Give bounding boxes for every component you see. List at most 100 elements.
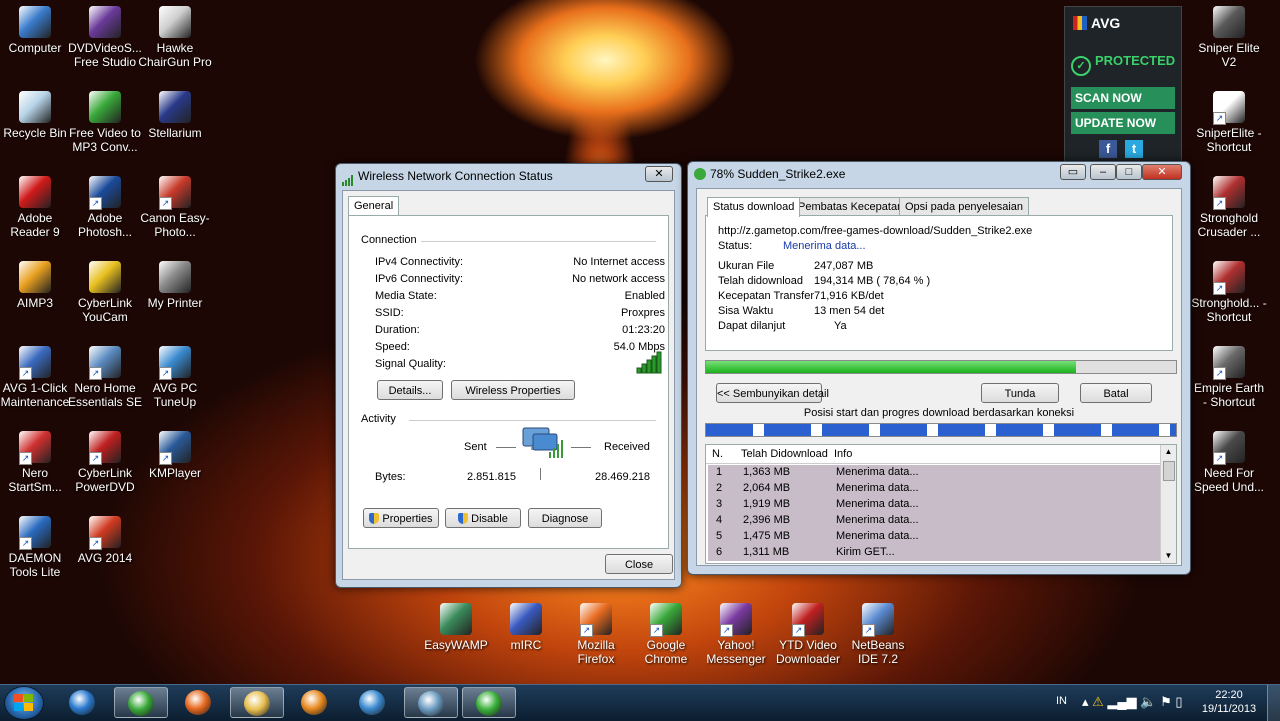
tab-general[interactable]: General: [348, 196, 400, 215]
update-now-button[interactable]: UPDATE NOW: [1071, 112, 1175, 134]
desktop-icon-sniperelite-shortcut[interactable]: SniperElite - Shortcut: [1191, 91, 1267, 154]
desktop-icon-aimp3[interactable]: AIMP3: [0, 261, 73, 310]
disable-button[interactable]: Disable: [445, 508, 521, 528]
taskbar-button-avg-tuneup[interactable]: [346, 687, 400, 718]
desktop-icon-ytd-video-downloader[interactable]: YTD Video Downloader: [770, 603, 846, 666]
language-indicator[interactable]: IN: [1056, 695, 1067, 707]
maximize-button[interactable]: □: [1116, 164, 1142, 180]
desktop-icon-dvdvideos-free-studio[interactable]: DVDVideoS... Free Studio: [67, 6, 143, 69]
desktop-icon-stronghold-shortcut[interactable]: Stronghold... - Shortcut: [1191, 261, 1267, 324]
easywamp-icon: [440, 603, 472, 635]
desktop-icon-label: Sniper Elite V2: [1198, 41, 1260, 69]
taskbar-button-firefox[interactable]: [172, 687, 226, 718]
signal-quality-row: Signal Quality:: [375, 351, 665, 374]
desktop-icon-cyberlink-powerdvd[interactable]: CyberLink PowerDVD: [67, 431, 143, 494]
desktop-icon-my-printer[interactable]: My Printer: [137, 261, 213, 310]
show-desktop-button[interactable]: [1267, 685, 1280, 721]
close-button[interactable]: Close: [605, 554, 673, 574]
desktop-icon-need-for-speed-und[interactable]: Need For Speed Und...: [1191, 431, 1267, 494]
desktop-icon-mozilla-firefox[interactable]: Mozilla Firefox: [558, 603, 634, 666]
taskbar-button-media-player[interactable]: [288, 687, 342, 718]
table-row[interactable]: 1 1,363 MB Menerima data...: [708, 465, 1160, 481]
desktop-icon-easywamp[interactable]: EasyWAMP: [418, 603, 494, 652]
volume-icon[interactable]: 🔈: [1140, 694, 1156, 709]
table-row[interactable]: 6 1,311 MB Kirim GET...: [708, 545, 1160, 561]
power-icon[interactable]: ▯: [1175, 694, 1182, 709]
desktop-icon-adobe-reader-9[interactable]: Adobe Reader 9: [0, 176, 73, 239]
expand-tray-icon[interactable]: ▴: [1082, 694, 1089, 709]
taskbar-button-network-center[interactable]: [404, 687, 458, 718]
ytd-video-downloader-icon: [792, 603, 824, 637]
row-info: Menerima data...: [836, 530, 919, 542]
wireless-window-titlebar[interactable]: Wireless Network Connection Status ✕: [336, 164, 681, 188]
wireless-properties-button[interactable]: Wireless Properties: [451, 380, 575, 400]
desktop-icon-empire-earth-shortcut[interactable]: Empire Earth - Shortcut: [1191, 346, 1267, 409]
table-scrollbar[interactable]: ▲ ▼: [1160, 445, 1176, 563]
desktop-icon-yahoo-messenger[interactable]: Yahoo! Messenger: [698, 603, 774, 666]
computer-icon: [19, 6, 51, 38]
desktop-icon-label: Computer: [8, 41, 62, 55]
desktop-icon-adobe-photosh[interactable]: Adobe Photosh...: [67, 176, 143, 239]
action-center-icon[interactable]: ⚠: [1092, 694, 1104, 709]
tab-status-download[interactable]: Status download: [707, 197, 801, 217]
flag-icon[interactable]: ⚑: [1160, 694, 1172, 709]
desktop-icon-kmplayer[interactable]: KMPlayer: [137, 431, 213, 480]
avg-tuneup-icon: [359, 690, 385, 715]
desktop-icon-avg-1-click-maintenance[interactable]: AVG 1-Click Maintenance: [0, 346, 73, 409]
desktop-icon-nero-startsm[interactable]: Nero StartSm...: [0, 431, 73, 494]
desktop-icon-avg-pc-tuneup[interactable]: AVG PC TuneUp: [137, 346, 213, 409]
minimize-button[interactable]: –: [1090, 164, 1116, 180]
pause-button[interactable]: Tunda: [981, 383, 1059, 403]
tab-opsi-pada-penyelesaian[interactable]: Opsi pada penyelesaian: [899, 197, 1030, 216]
close-window-button[interactable]: ✕: [645, 166, 673, 182]
tab-pembatas-kecepatan[interactable]: Pembatas Kecepatan: [792, 197, 910, 216]
download-info-box: http://z.gametop.com/free-games-download…: [705, 215, 1173, 351]
twitter-icon[interactable]: t: [1125, 140, 1143, 158]
table-row[interactable]: 5 1,475 MB Menerima data...: [708, 529, 1160, 545]
desktop-icon-nero-home-essentials-se[interactable]: Nero Home Essentials SE: [67, 346, 143, 409]
scroll-thumb[interactable]: [1163, 461, 1175, 481]
taskbar-button-internet-download-manager[interactable]: [462, 687, 516, 718]
desktop-icon-avg-2014[interactable]: AVG 2014: [67, 516, 143, 565]
desktop-icon-stellarium[interactable]: Stellarium: [137, 91, 213, 140]
desktop-icon-daemon-tools-lite[interactable]: DAEMON Tools Lite: [0, 516, 73, 579]
restore-button[interactable]: ▭: [1060, 164, 1086, 180]
desktop-icon-mirc[interactable]: mIRC: [488, 603, 564, 652]
desktop-icon-canon-easy-photo[interactable]: Canon Easy-Photo...: [137, 176, 213, 239]
desktop-icon-cyberlink-youcam[interactable]: CyberLink YouCam: [67, 261, 143, 324]
desktop-icon-recycle-bin[interactable]: Recycle Bin: [0, 91, 73, 140]
desktop-icon-label: EasyWAMP: [424, 638, 488, 652]
table-row[interactable]: 3 1,919 MB Menerima data...: [708, 497, 1160, 513]
desktop-icon-sniper-elite-v2[interactable]: Sniper Elite V2: [1191, 6, 1267, 69]
download-window-titlebar[interactable]: 78% Sudden_Strike2.exe ▭ – □ ✕: [688, 162, 1190, 186]
desktop-icon-google-chrome[interactable]: Google Chrome: [628, 603, 704, 666]
diagnose-button[interactable]: Diagnose: [528, 508, 602, 528]
hide-details-button[interactable]: << Sembunyikan detail: [716, 383, 829, 403]
col-n[interactable]: N.: [712, 448, 723, 460]
table-row[interactable]: 2 2,064 MB Menerima data...: [708, 481, 1160, 497]
avg-status-text: PROTECTED: [1095, 53, 1176, 68]
scroll-down-icon[interactable]: ▼: [1161, 549, 1176, 563]
taskbar-button-explorer[interactable]: [230, 687, 284, 718]
table-row[interactable]: 4 2,396 MB Menerima data...: [708, 513, 1160, 529]
desktop-icon-hawke-chairgun-pro[interactable]: Hawke ChairGun Pro: [137, 6, 213, 69]
col-downloaded[interactable]: Telah Didownload: [741, 448, 828, 460]
restore-icon: ▭: [1067, 166, 1079, 178]
desktop-icon-computer[interactable]: Computer: [0, 6, 73, 55]
desktop-icon-netbeans-ide-7-2[interactable]: NetBeans IDE 7.2: [840, 603, 916, 666]
details-button[interactable]: Details...: [377, 380, 443, 400]
scan-now-button[interactable]: SCAN NOW: [1071, 87, 1175, 109]
cancel-button[interactable]: Batal: [1080, 383, 1152, 403]
facebook-icon[interactable]: f: [1099, 140, 1117, 158]
taskbar-button-chrome[interactable]: [114, 687, 168, 718]
col-info[interactable]: Info: [834, 448, 852, 460]
properties-button[interactable]: Properties: [363, 508, 439, 528]
network-tray-icon[interactable]: ▂▄▆: [1107, 694, 1136, 709]
close-window-button[interactable]: ✕: [1142, 164, 1182, 180]
start-button[interactable]: [4, 686, 44, 720]
desktop-icon-stronghold-crusader[interactable]: Stronghold Crusader ...: [1191, 176, 1267, 239]
desktop-icon-free-video-to-mp3-conv[interactable]: Free Video to MP3 Conv...: [67, 91, 143, 154]
scroll-up-icon[interactable]: ▲: [1161, 445, 1176, 459]
taskbar-button-internet-explorer[interactable]: [56, 687, 110, 718]
clock[interactable]: 22:20 19/11/2013: [1195, 688, 1263, 716]
